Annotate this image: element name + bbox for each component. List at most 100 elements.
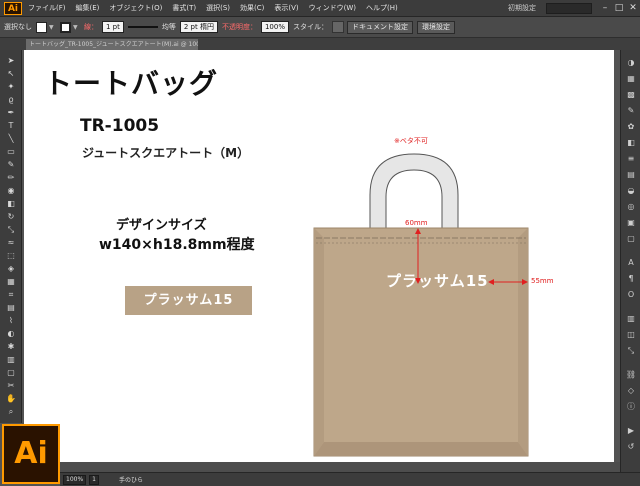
bag-body [313,227,529,457]
eraser-icon[interactable]: ◧ [5,199,17,209]
close-button[interactable]: ✕ [626,2,640,15]
line-tool-icon[interactable]: ╲ [5,134,17,144]
magic-wand-icon[interactable]: ✦ [5,82,17,92]
style-swatch[interactable] [331,21,344,33]
opacity-field[interactable]: 100% [260,21,289,33]
rotate-tool-icon[interactable]: ↻ [5,212,17,222]
opentype-icon[interactable]: O [625,290,637,300]
minimize-button[interactable]: – [598,2,612,15]
menu-bar: Ai ファイル(F) 編集(E) オブジェクト(O) 書式(T) 選択(S) 効… [0,0,640,17]
stroke-label[interactable]: 線： [84,22,98,32]
chevron-down-icon[interactable]: ▼ [49,24,56,31]
symbol-sprayer-icon[interactable]: ✱ [5,342,17,352]
dimension-right-label: 55mm [531,277,554,285]
control-bar: 選択なし ▼ ▼ 線： 1 pt 均等 2 pt 楕円 不透明度： 100% ス… [0,17,640,38]
artboard-tool-icon[interactable]: ▢ [5,368,17,378]
pencil-tool-icon[interactable]: ✏ [5,173,17,183]
menu-object[interactable]: オブジェクト(O) [109,3,162,13]
artboards-icon[interactable]: ▢ [625,234,637,244]
stroke-swatch[interactable] [60,21,71,33]
slice-tool-icon[interactable]: ✂ [5,381,17,391]
free-transform-icon[interactable]: ⬚ [5,251,17,261]
zoom-field[interactable]: 100% [63,474,87,485]
menu-items: ファイル(F) 編集(E) オブジェクト(O) 書式(T) 選択(S) 効果(C… [28,3,408,13]
color-panel-icon[interactable]: ◑ [625,58,637,68]
chevron-down-icon[interactable]: ▼ [73,24,80,31]
stroke-weight-field[interactable]: 1 pt [102,21,124,33]
brush-tool-icon[interactable]: ✎ [5,160,17,170]
preferences-button[interactable]: 環境設定 [416,20,455,34]
links-panel-icon[interactable]: ⛓ [625,370,637,380]
character-panel-icon[interactable]: A [625,258,637,268]
menu-edit[interactable]: 編集(E) [76,3,100,13]
direct-selection-tool-icon[interactable]: ↖ [5,69,17,79]
type-tool-icon[interactable]: T [5,121,17,131]
menu-view[interactable]: 表示(V) [274,3,298,13]
shape-builder-icon[interactable]: ◈ [5,264,17,274]
illustrator-logo-icon: Ai [2,424,60,484]
current-tool-label: 手のひら [118,477,143,484]
document-setup-button[interactable]: ドキュメント設定 [346,20,413,34]
bag-bevel-bottom [314,442,528,456]
color-guide-icon[interactable]: ▦ [625,74,637,84]
gradient-panel-icon[interactable]: ▤ [625,170,637,180]
hand-tool-icon[interactable]: ✋ [5,394,17,404]
menu-file[interactable]: ファイル(F) [28,3,66,13]
scale-tool-icon[interactable]: ⤡ [5,225,17,235]
stroke-panel-icon[interactable]: ≡ [625,154,637,164]
app-logo-icon: Ai [4,1,22,15]
status-bar: 100% 1 手のひら [60,472,640,486]
transparency-icon[interactable]: ◒ [625,186,637,196]
blend-tool-icon[interactable]: ◐ [5,329,17,339]
symbols-icon[interactable]: ✿ [625,122,637,132]
align-panel-icon[interactable]: ▥ [625,314,637,324]
stroke-profile-line [127,26,158,28]
brush-select[interactable]: 2 pt 楕円 [179,21,218,33]
brushes-icon[interactable]: ✎ [625,106,637,116]
rectangle-tool-icon[interactable]: ▭ [5,147,17,157]
menu-window[interactable]: ウィンドウ(W) [309,3,356,13]
graphic-styles-icon[interactable]: ◧ [625,138,637,148]
tools-panel: ➤ ↖ ✦ ϱ ✒ T ╲ ▭ ✎ ✏ ◉ ◧ ↻ ⤡ ≈ ⬚ ◈ ▦ ⌗ ▤ … [0,50,22,423]
maximize-button[interactable]: □ [612,2,626,15]
gradient-tool-icon[interactable]: ▤ [5,303,17,313]
info-panel-icon[interactable]: ⓘ [625,402,637,412]
perspective-grid-icon[interactable]: ▦ [5,277,17,287]
bag-bevel-left [314,228,324,456]
lasso-icon[interactable]: ϱ [5,95,17,105]
menu-type[interactable]: 書式(T) [172,3,196,13]
artboard-number-field[interactable]: 1 [89,474,99,485]
style-label: スタイル： [292,23,328,31]
artboard[interactable]: トートバッグ TR-1005 ジュートスクエアトート（M） デザインサイズ w1… [24,50,614,472]
menu-effect[interactable]: 効果(C) [240,3,264,13]
search-input[interactable] [546,2,592,14]
horizontal-scrollbar[interactable] [24,462,620,472]
mesh-tool-icon[interactable]: ⌗ [5,290,17,300]
document-tab[interactable]: トートバッグ_TR-1005_ジュートスクエアトート(M).ai @ 100% … [26,39,198,50]
selection-tool-icon[interactable]: ➤ [5,56,17,66]
menubar-right: 初期設定 – □ ✕ [508,0,640,17]
workspace-switcher[interactable]: 初期設定 [508,3,536,13]
eyedropper-icon[interactable]: ⌇ [5,316,17,326]
navigator-icon[interactable]: ◇ [625,386,637,396]
graph-tool-icon[interactable]: ▥ [5,355,17,365]
pen-tool-icon[interactable]: ✒ [5,108,17,118]
zoom-tool-icon[interactable]: ⌕ [5,407,17,417]
fill-swatch[interactable] [36,21,47,33]
transform-panel-icon[interactable]: ⤡ [625,346,637,356]
blob-brush-icon[interactable]: ◉ [5,186,17,196]
history-icon[interactable]: ↺ [625,442,637,452]
dimension-top-label: 60mm [405,219,428,227]
menu-help[interactable]: ヘルプ(H) [366,3,398,13]
appearance-icon[interactable]: ◎ [625,202,637,212]
layers-icon[interactable]: ▣ [625,218,637,228]
warp-tool-icon[interactable]: ≈ [5,238,17,248]
menu-select[interactable]: 選択(S) [206,3,230,13]
actions-icon[interactable]: ▶ [625,426,637,436]
paragraph-panel-icon[interactable]: ¶ [625,274,637,284]
swatches-icon[interactable]: ▩ [625,90,637,100]
stroke-profile-select[interactable]: 均等 [162,22,176,32]
opacity-label[interactable]: 不透明度： [222,22,257,32]
bag-print-text: プラッサム15 [386,272,489,290]
pathfinder-icon[interactable]: ◫ [625,330,637,340]
